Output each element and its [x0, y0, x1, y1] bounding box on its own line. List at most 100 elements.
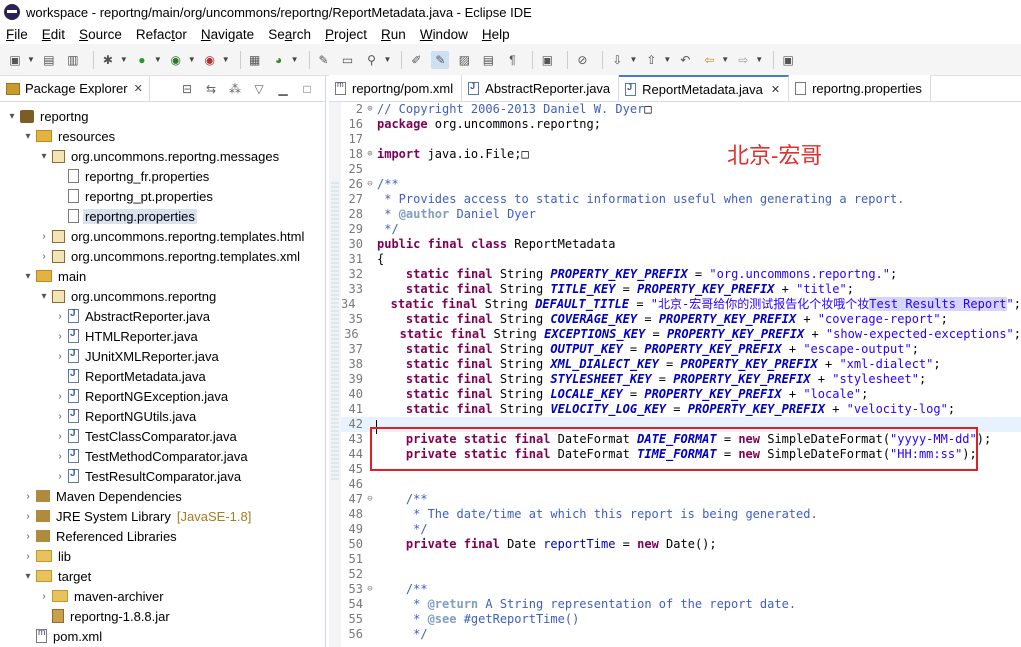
code-editor[interactable]: 2 ⊕// Copyright 2006-2013 Daniel W. Dyer□… [341, 102, 1021, 642]
back-icon[interactable]: ⇦ [700, 51, 718, 69]
expand-fold-icon[interactable]: ⊕ [365, 102, 375, 117]
tree-item[interactable]: › maven-archiver [0, 586, 325, 606]
menu-Edit[interactable]: Edit [36, 27, 73, 42]
tree-item[interactable]: › Referenced Libraries [0, 526, 325, 546]
skip-breakpoints-icon[interactable]: ⊘ [573, 51, 591, 69]
close-icon[interactable]: ✕ [134, 82, 143, 95]
new-class-dropdown-icon[interactable]: ▼ [291, 55, 299, 64]
save-icon[interactable]: ▤ [40, 51, 58, 69]
editor-tab[interactable]: reportng.properties [789, 75, 931, 101]
tree-item[interactable]: › ReportNGUtils.java [0, 406, 325, 426]
previous-annotation-dropdown-icon[interactable]: ▼ [663, 55, 671, 64]
tree-item[interactable]: › JUnitXMLReporter.java [0, 346, 325, 366]
external-tools-icon[interactable]: ◉ [201, 51, 219, 69]
tree-item[interactable]: › TestResultComparator.java [0, 466, 325, 486]
toggle-highlight-icon[interactable]: ✎ [431, 50, 450, 69]
collapse-fold-icon[interactable]: ⊖ [365, 582, 375, 597]
chevron-right-icon[interactable]: › [38, 251, 50, 262]
tree-item[interactable]: › AbstractReporter.java [0, 306, 325, 326]
chevron-right-icon[interactable]: › [54, 331, 66, 342]
tree-item[interactable]: ▾ target [0, 566, 325, 586]
chevron-right-icon[interactable]: › [22, 551, 34, 562]
menu-Navigate[interactable]: Navigate [195, 27, 262, 42]
chevron-right-icon[interactable]: › [22, 531, 34, 542]
chevron-right-icon[interactable]: › [54, 351, 66, 362]
coverage-dropdown-icon[interactable]: ▼ [188, 55, 196, 64]
chevron-down-icon[interactable]: ▾ [22, 571, 34, 582]
chevron-right-icon[interactable]: › [54, 391, 66, 402]
tree-item[interactable]: ▾ resources [0, 126, 325, 146]
menu-Refactor[interactable]: Refactor [130, 27, 195, 42]
tree-item[interactable]: ReportMetadata.java [0, 366, 325, 386]
open-task-icon[interactable]: ▭ [339, 51, 357, 69]
filters-icon[interactable]: ⁂ [227, 82, 243, 96]
search-dropdown-icon[interactable]: ▼ [384, 55, 392, 64]
tree-item[interactable]: › TestClassComparator.java [0, 426, 325, 446]
run-dropdown-icon[interactable]: ▼ [154, 55, 162, 64]
chevron-right-icon[interactable]: › [54, 411, 66, 422]
collapse-fold-icon[interactable]: ⊖ [365, 177, 375, 192]
external-tools-dropdown-icon[interactable]: ▼ [222, 55, 230, 64]
chevron-right-icon[interactable]: › [54, 471, 66, 482]
tree-item[interactable]: › HTMLReporter.java [0, 326, 325, 346]
tree-item[interactable]: › ReportNGException.java [0, 386, 325, 406]
search-icon[interactable]: ⚲ [363, 51, 381, 69]
tree-item[interactable]: ▾ org.uncommons.reportng [0, 286, 325, 306]
last-edit-location-icon[interactable]: ↶ [676, 51, 694, 69]
next-annotation-dropdown-icon[interactable]: ▼ [629, 55, 637, 64]
back-dropdown-icon[interactable]: ▼ [721, 55, 729, 64]
previous-annotation-icon[interactable]: ⇧ [642, 51, 660, 69]
editor-tab[interactable]: reportng/pom.xml [329, 75, 463, 101]
forward-icon[interactable]: ⇨ [734, 51, 752, 69]
view-menu-icon[interactable]: ▽ [251, 82, 267, 96]
code-area[interactable]: 2 ⊕// Copyright 2006-2013 Daniel W. Dyer□… [329, 102, 1021, 647]
tree-item[interactable]: ▾ main [0, 266, 325, 286]
new-dropdown-icon[interactable]: ▼ [27, 55, 35, 64]
toggle-block-selection-icon[interactable]: ▨ [455, 51, 473, 69]
menu-Project[interactable]: Project [319, 27, 375, 42]
chevron-down-icon[interactable]: ▾ [38, 291, 50, 302]
minimize-icon[interactable]: ▁ [275, 82, 291, 96]
run-icon[interactable]: ● [133, 51, 151, 69]
menu-Search[interactable]: Search [262, 27, 319, 42]
forward-dropdown-icon[interactable]: ▼ [755, 55, 763, 64]
debug-icon[interactable]: ✱ [99, 51, 117, 69]
tree-item[interactable]: reportng_fr.properties [0, 166, 325, 186]
open-perspective-icon[interactable]: ▣ [779, 51, 797, 69]
chevron-down-icon[interactable]: ▾ [22, 271, 34, 282]
expand-fold-icon[interactable]: ⊕ [365, 147, 375, 162]
new-java-project-icon[interactable]: ▦ [246, 51, 264, 69]
tree-item[interactable]: ▾ org.uncommons.reportng.messages [0, 146, 325, 166]
close-icon[interactable]: ✕ [771, 83, 780, 96]
tree-item[interactable]: › org.uncommons.reportng.templates.html [0, 226, 325, 246]
save-all-icon[interactable]: ▥ [64, 51, 82, 69]
new-icon[interactable]: ▣ [6, 51, 24, 69]
link-with-editor-icon[interactable]: ⇆ [203, 82, 219, 96]
tree-item[interactable]: › org.uncommons.reportng.templates.xml [0, 246, 325, 266]
tree-item[interactable]: › lib [0, 546, 325, 566]
menu-Source[interactable]: Source [73, 27, 130, 42]
chevron-right-icon[interactable]: › [54, 311, 66, 322]
word-wrap-icon[interactable]: ▤ [479, 51, 497, 69]
tree-item[interactable]: reportng.properties [0, 206, 325, 226]
tree-item[interactable]: › TestMethodComparator.java [0, 446, 325, 466]
chevron-down-icon[interactable]: ▾ [6, 111, 18, 122]
toggle-mark-occurrences-icon[interactable]: ✐ [407, 51, 425, 69]
tree-item[interactable]: pom.xml [0, 626, 325, 646]
menu-File[interactable]: File [0, 27, 36, 42]
chevron-right-icon[interactable]: › [22, 491, 34, 502]
chevron-right-icon[interactable]: › [22, 511, 34, 522]
coverage-icon[interactable]: ◉ [167, 51, 185, 69]
tree-item[interactable]: › JRE System Library [JavaSE-1.8] [0, 506, 325, 526]
package-explorer-tab[interactable]: Package Explorer ✕ [0, 75, 150, 102]
tree-item[interactable]: reportng-1.8.8.jar [0, 606, 325, 626]
chevron-right-icon[interactable]: › [54, 431, 66, 442]
collapse-all-icon[interactable]: ⊟ [179, 82, 195, 96]
editor-tab[interactable]: ReportMetadata.java ✕ [619, 75, 790, 101]
menu-Window[interactable]: Window [414, 27, 476, 42]
tree-item[interactable]: › Maven Dependencies [0, 486, 325, 506]
show-whitespace-icon[interactable]: ¶ [503, 51, 521, 69]
chevron-right-icon[interactable]: › [54, 451, 66, 462]
console-icon[interactable]: ▣ [538, 51, 556, 69]
chevron-down-icon[interactable]: ▾ [22, 131, 34, 142]
